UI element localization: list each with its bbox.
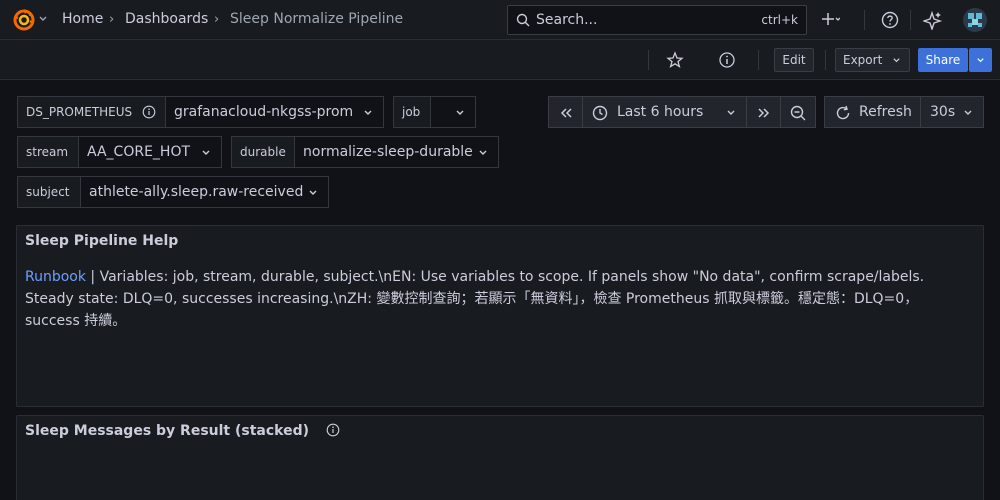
share-dropdown-button[interactable] [969,48,992,72]
panel-title[interactable]: Sleep Pipeline Help [25,233,178,249]
variable-select-ds-prometheus[interactable]: grafanacloud-nkgss-prom [166,96,384,128]
search-shortcut: ctrl+k [761,13,798,27]
chevron-down-icon [202,150,210,155]
variable-label-ds-prometheus: DS_PROMETHEUS [17,96,166,128]
chevrons-right-icon [758,108,770,118]
variable-label-text: subject [26,185,70,199]
help-text: Variables: job, stream, durable, subject… [25,269,925,329]
chevron-down-icon [309,190,317,195]
variable-value: athlete-ally.sleep.raw-received [89,184,304,200]
breadcrumb-separator: › [214,12,220,27]
edit-button[interactable]: Edit [774,48,814,72]
variable-value: AA_CORE_HOT [87,144,191,160]
time-range-picker[interactable]: Last 6 hours [582,96,747,128]
clock-icon [592,105,608,121]
export-button-label: Export [843,53,883,67]
grafana-logo-icon[interactable] [12,8,36,32]
divider [648,50,649,70]
chevron-down-icon [977,58,984,63]
divider [910,10,911,30]
chevron-down-icon[interactable] [38,14,48,24]
panel-sleep-messages-by-result: Sleep Messages by Result (stacked) [16,415,984,500]
chevron-down-icon [893,58,900,63]
panel-sleep-pipeline-help: Sleep Pipeline Help Runbook | Variables:… [16,225,984,407]
variable-label-subject: subject [17,176,81,208]
ai-sparkle-icon[interactable] [923,10,943,30]
variable-select-job[interactable] [431,96,476,128]
time-shift-forward-button[interactable] [746,96,781,128]
divider [758,50,759,70]
variable-value: normalize-sleep-durable [303,144,473,160]
panel-title[interactable]: Sleep Messages by Result (stacked) [25,423,340,439]
refresh-label: Refresh [859,104,912,120]
share-button[interactable]: Share [918,48,968,72]
variable-select-subject[interactable]: athlete-ally.sleep.raw-received [81,176,329,208]
avatar[interactable] [962,7,988,33]
zoom-out-icon [790,105,806,121]
refresh-icon [836,105,850,120]
variable-label-text: stream [26,145,69,159]
search-placeholder: Search... [536,12,598,28]
variable-select-stream[interactable]: AA_CORE_HOT [79,136,222,168]
top-navbar: Home › Dashboards › Sleep Normalize Pipe… [0,0,1000,40]
variable-label-text: DS_PROMETHEUS [26,105,133,119]
runbook-link[interactable]: Runbook [25,269,86,285]
chevron-down-icon [456,110,464,115]
time-shift-back-button[interactable] [548,96,583,128]
dashboard-toolbar: Edit Export Share [0,40,1000,80]
chevrons-left-icon [560,108,572,118]
variable-label-text: durable [240,145,286,159]
search-icon [516,13,530,27]
chevron-down-icon [727,110,735,115]
variable-value: grafanacloud-nkgss-prom [174,104,354,120]
variable-label-stream: stream [17,136,79,168]
info-icon[interactable] [718,51,736,69]
variable-select-durable[interactable]: normalize-sleep-durable [295,136,499,168]
text-separator: | [85,269,100,285]
refresh-interval-picker[interactable]: 30s [920,96,984,128]
info-icon[interactable] [142,105,156,119]
divider [825,50,826,70]
star-icon[interactable] [666,51,684,69]
panel-title-text: Sleep Messages by Result (stacked) [25,423,310,439]
variable-label-job: job [393,96,431,128]
breadcrumb-dashboards[interactable]: Dashboards [125,11,208,27]
chevron-down-icon [479,150,487,155]
panel-text-content: Runbook | Variables: job, stream, durabl… [25,266,970,332]
export-button[interactable]: Export [835,48,910,72]
breadcrumb-separator: › [109,12,115,27]
variable-label-durable: durable [231,136,295,168]
help-icon[interactable] [880,10,900,30]
chevron-down-icon [364,110,372,115]
plus-icon[interactable] [820,10,840,30]
time-range-label: Last 6 hours [617,104,704,120]
breadcrumb-home[interactable]: Home [62,11,103,27]
info-icon[interactable] [326,423,340,437]
divider [864,10,865,30]
refresh-button[interactable]: Refresh [824,96,921,128]
zoom-out-button[interactable] [780,96,816,128]
refresh-interval-value: 30s [930,104,956,120]
variable-label-text: job [402,105,421,119]
page-title: Sleep Normalize Pipeline [230,11,404,27]
search-input[interactable]: Search... ctrl+k [507,5,807,35]
chevron-down-icon [964,110,972,115]
